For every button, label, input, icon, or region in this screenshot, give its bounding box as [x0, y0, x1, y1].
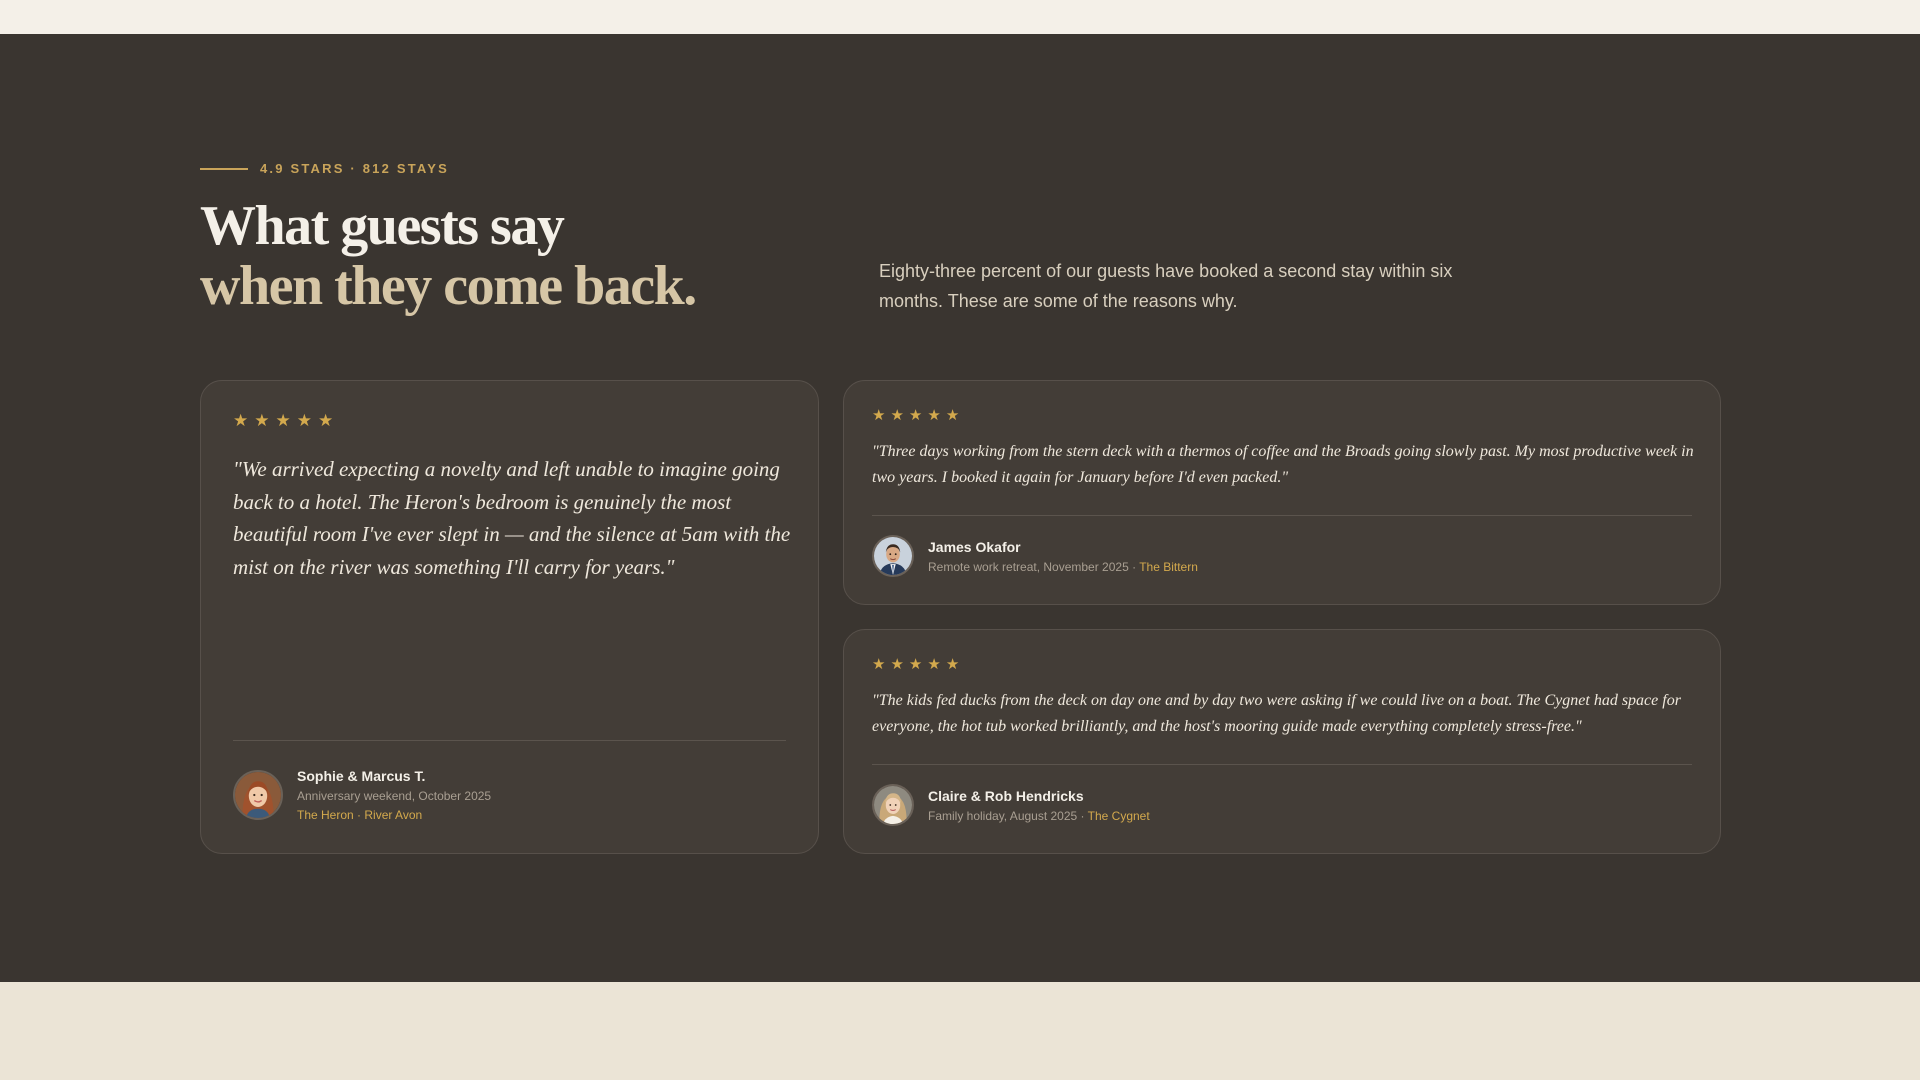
testimonial-card-cygnet: ★ ★ ★ ★ ★ "The kids fed ducks from the d…	[843, 629, 1721, 854]
author-details: Sophie & Marcus T. Anniversary weekend, …	[297, 768, 491, 822]
star-icon: ★	[872, 656, 886, 673]
author-name: James Okafor	[928, 538, 1021, 555]
star-icon: ★	[927, 656, 941, 673]
headline-line-1: What guests say	[200, 195, 565, 257]
next-section-strip	[0, 982, 1920, 1080]
star-icon: ★	[254, 411, 270, 430]
rating-summary: 4.9 STARS · 812 STAYS	[260, 161, 450, 176]
star-icon: ★	[275, 411, 291, 430]
testimonial-quote: "We arrived expecting a novelty and left…	[233, 457, 791, 579]
star-icon: ★	[890, 407, 904, 424]
author-details: James Okafor Remote work retreat, Novemb…	[928, 539, 1198, 574]
woman-avatar-icon	[233, 770, 283, 820]
eyebrow-rule	[200, 167, 248, 170]
headline-line-2: when they come back.	[200, 255, 697, 317]
testimonial-card-bittern: ★ ★ ★ ★ ★ "Three days working from the s…	[843, 380, 1721, 605]
author-meta: Remote work retreat, November 2025 · The…	[928, 560, 1198, 574]
author-meta: Anniversary weekend, October 2025	[297, 789, 492, 803]
star-icon: ★	[945, 407, 960, 424]
author-meta: Family holiday, August 2025 · The Cygnet	[928, 809, 1150, 823]
boat-link[interactable]: The Heron · River Avon	[297, 808, 491, 822]
star-icon: ★	[318, 411, 334, 430]
testimonial-quote: "The kids fed ducks from the deck on day…	[872, 692, 1681, 735]
author-meta-text: Remote work retreat, November 2025 ·	[928, 559, 1140, 574]
boat-link[interactable]: The Cygnet	[1088, 809, 1150, 823]
top-strip	[0, 0, 1920, 34]
author-name: Sophie & Marcus T.	[297, 768, 426, 784]
eyebrow: 4.9 STARS · 812 STAYS	[200, 161, 449, 176]
section-headline: What guests say when they come back.	[200, 195, 697, 317]
star-icon: ★	[872, 407, 886, 424]
star-icon: ★	[890, 656, 904, 673]
woman-blonde-avatar-icon	[872, 784, 914, 826]
boat-link[interactable]: The Bittern	[1139, 560, 1198, 574]
star-icon: ★	[945, 656, 960, 673]
testimonial-author: Sophie & Marcus T. Anniversary weekend, …	[233, 768, 491, 822]
star-icon: ★	[927, 407, 941, 424]
star-rating: ★ ★ ★ ★ ★	[233, 411, 334, 430]
man-avatar-icon	[872, 535, 914, 577]
author-details: Claire & Rob Hendricks Family holiday, A…	[928, 788, 1150, 823]
testimonial-author: Claire & Rob Hendricks Family holiday, A…	[872, 784, 1150, 826]
divider	[872, 515, 1692, 516]
star-icon: ★	[908, 407, 923, 424]
section-intro: Eighty-three percent of our guests have …	[879, 261, 1453, 311]
divider	[872, 764, 1692, 765]
testimonial-card-featured: ★ ★ ★ ★ ★ "We arrived expecting a novelt…	[200, 380, 819, 854]
divider	[233, 740, 786, 741]
star-icon: ★	[296, 411, 312, 430]
star-rating: ★ ★ ★ ★ ★	[872, 657, 959, 673]
testimonial-author: James Okafor Remote work retreat, Novemb…	[872, 535, 1198, 577]
author-meta-text: Family holiday, August 2025 ·	[928, 808, 1088, 823]
star-rating: ★ ★ ★ ★ ★	[872, 408, 959, 424]
star-icon: ★	[908, 656, 923, 673]
author-name: Claire & Rob Hendricks	[928, 787, 1084, 804]
star-icon: ★	[233, 411, 249, 430]
testimonial-quote: "Three days working from the stern deck …	[872, 443, 1694, 486]
